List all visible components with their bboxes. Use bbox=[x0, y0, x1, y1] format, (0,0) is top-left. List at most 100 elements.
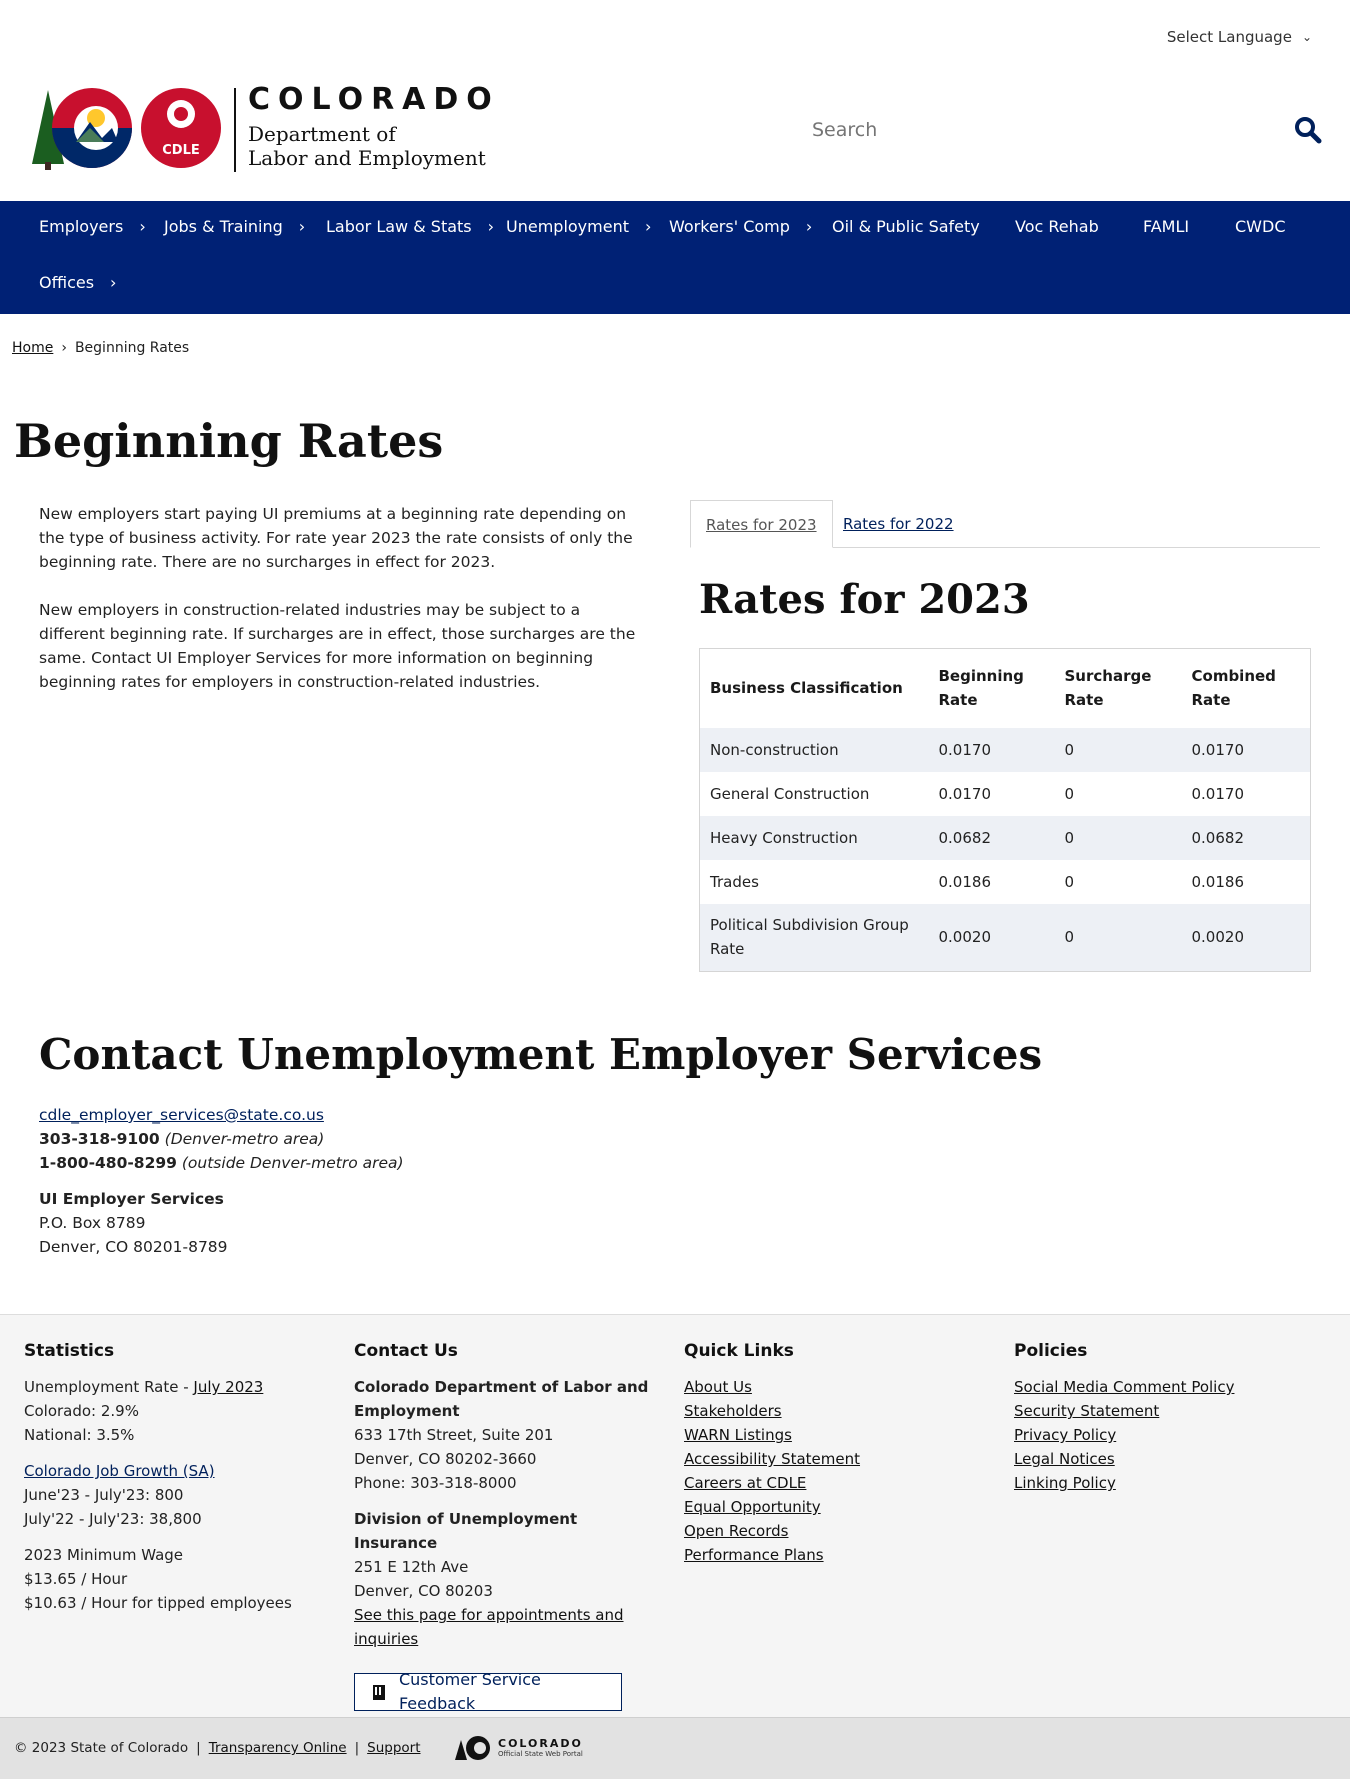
contact-heading: Contact Unemployment Employer Services bbox=[39, 1030, 1043, 1079]
policy-linking[interactable]: Linking Policy bbox=[1014, 1471, 1234, 1495]
table-cell: 0 bbox=[1054, 727, 1182, 772]
table-cell: 0 bbox=[1064, 784, 1075, 803]
nav-cwdc[interactable]: CWDC bbox=[1235, 217, 1285, 236]
phone-text: Phone: 303-318-8000 bbox=[354, 1474, 517, 1492]
policy-privacy[interactable]: Privacy Policy bbox=[1014, 1423, 1234, 1447]
nav-oil-public-safety[interactable]: Oil & Public Safety bbox=[832, 217, 980, 236]
state-portal-logo[interactable]: COLORADO Official State Web Portal bbox=[454, 1734, 583, 1762]
table-cell: Trades bbox=[710, 872, 759, 891]
table-cell: 0.0186 bbox=[938, 872, 992, 891]
table-row: General Construction 0.0170 0 0.0170 bbox=[700, 772, 1311, 816]
cdle-badge-text: CDLE bbox=[162, 143, 200, 158]
feedback-label: Customer Service Feedback bbox=[398, 1670, 541, 1713]
portal-wordmark: COLORADO bbox=[498, 1736, 583, 1750]
rate-tabs: Rates for 2023 Rates for 2022 bbox=[690, 500, 1320, 548]
search-input[interactable] bbox=[800, 106, 1240, 154]
footer-statistics: Statistics Unemployment Rate - July 2023… bbox=[24, 1337, 292, 1615]
support-link[interactable]: Support bbox=[367, 1740, 420, 1756]
quick-link-performance-plans[interactable]: Performance Plans bbox=[684, 1543, 860, 1567]
contact-po-box: P.O. Box 8789 bbox=[39, 1214, 146, 1232]
unemp-label: Unemployment Rate - bbox=[24, 1378, 194, 1396]
policy-security[interactable]: Security Statement bbox=[1014, 1399, 1234, 1423]
footer-heading: Policies bbox=[1014, 1341, 1088, 1361]
quick-link-stakeholders[interactable]: Stakeholders bbox=[684, 1399, 860, 1423]
nav-label: Offices bbox=[39, 273, 95, 292]
stat-colorado: Colorado: 2.9% bbox=[24, 1402, 139, 1420]
appointments-link-line2: inquiries bbox=[354, 1630, 419, 1648]
main-nav: Employers › Jobs & Training › Labor Law & … bbox=[0, 201, 1350, 314]
page-title: Beginning Rates bbox=[14, 414, 444, 468]
nav-workers-comp[interactable]: Workers' Comp › bbox=[669, 217, 812, 236]
breadcrumb-separator: › bbox=[61, 340, 67, 356]
footer: Statistics Unemployment Rate - July 2023… bbox=[0, 1314, 1350, 1717]
tab-rates-2022[interactable]: Rates for 2022 bbox=[828, 500, 969, 548]
building-icon bbox=[373, 1684, 385, 1700]
search-icon[interactable] bbox=[1294, 116, 1322, 144]
division-address1: 251 E 12th Ave bbox=[354, 1558, 469, 1576]
phone-note: (Denver-metro area) bbox=[164, 1130, 325, 1148]
portal-subtitle: Official State Web Portal bbox=[498, 1749, 583, 1758]
phone-note: (outside Denver-metro area) bbox=[181, 1154, 404, 1172]
policy-social-media[interactable]: Social Media Comment Policy bbox=[1014, 1375, 1234, 1399]
nav-offices[interactable]: Offices › bbox=[39, 273, 116, 292]
table-cell: General Construction bbox=[710, 784, 870, 803]
transparency-link[interactable]: Transparency Online bbox=[209, 1740, 347, 1756]
nav-labor-law-stats[interactable]: Labor Law & Stats › bbox=[326, 217, 494, 236]
policy-legal-notices[interactable]: Legal Notices bbox=[1014, 1447, 1234, 1471]
nav-unemployment[interactable]: Unemployment › bbox=[506, 217, 651, 236]
table-cell: 0.0170 bbox=[938, 784, 992, 803]
language-selector[interactable]: Select Language ⌄ bbox=[1167, 28, 1312, 46]
tab-rates-2023[interactable]: Rates for 2023 bbox=[690, 500, 833, 548]
table-cell: Political Subdivision Group Rate bbox=[699, 903, 929, 972]
table-header-row: Business Classification Beginning Rate S… bbox=[700, 649, 1311, 728]
job-growth-link[interactable]: Colorado Job Growth (SA) bbox=[24, 1459, 292, 1483]
quick-link-equal-opportunity[interactable]: Equal Opportunity bbox=[684, 1495, 860, 1519]
quick-link-open-records[interactable]: Open Records bbox=[684, 1519, 860, 1543]
table-cell: Non-construction bbox=[699, 727, 929, 772]
breadcrumb: Home › Beginning Rates bbox=[12, 340, 189, 356]
table-cell: 0 bbox=[1064, 872, 1075, 891]
cdle-logo[interactable]: CDLE COLORADO Department of Labor and Em… bbox=[30, 84, 510, 176]
quick-link-warn-listings[interactable]: WARN Listings bbox=[684, 1423, 860, 1447]
min-wage-hour: $13.65 / Hour bbox=[24, 1570, 128, 1588]
nav-employers[interactable]: Employers › bbox=[39, 217, 146, 236]
column-header: Business Classification bbox=[710, 679, 903, 698]
email-link[interactable]: cdle_employer_services@state.co.us bbox=[39, 1106, 324, 1124]
phone-number: 303-318-9100 bbox=[39, 1130, 160, 1148]
quick-link-about-us[interactable]: About Us bbox=[684, 1375, 860, 1399]
quick-link-accessibility[interactable]: Accessibility Statement bbox=[684, 1447, 860, 1471]
footer-policies: Policies Social Media Comment Policy Sec… bbox=[1014, 1337, 1234, 1495]
site-search bbox=[800, 106, 1330, 154]
unemp-month-link[interactable]: July 2023 bbox=[193, 1378, 263, 1396]
table-cell: 0.0682 bbox=[928, 815, 1055, 860]
table-cell: 0.0186 bbox=[1191, 872, 1245, 891]
stat-growth-month: June'23 - July'23: 800 bbox=[24, 1486, 184, 1504]
intro-paragraph-1: New employers start paying UI premiums a… bbox=[39, 505, 633, 571]
logo-dept-line1: Department of bbox=[248, 122, 396, 146]
chevron-down-icon: ⌄ bbox=[1301, 30, 1312, 44]
quick-link-careers[interactable]: Careers at CDLE bbox=[684, 1471, 860, 1495]
chevron-right-icon: › bbox=[644, 217, 652, 236]
table-cell: 0 bbox=[1054, 815, 1182, 860]
column-header: Beginning Rate bbox=[938, 667, 1024, 710]
nav-jobs-training[interactable]: Jobs & Training › bbox=[164, 217, 305, 236]
bottom-bar: © 2023 State of Colorado | Transparency … bbox=[0, 1717, 1350, 1779]
table-cell: 0.0170 bbox=[928, 727, 1055, 772]
language-label: Select Language bbox=[1166, 28, 1292, 46]
table-row: Heavy Construction 0.0682 0 0.0682 bbox=[699, 815, 1311, 860]
nav-famli[interactable]: FAMLI bbox=[1143, 217, 1189, 236]
separator: | bbox=[354, 1740, 360, 1756]
customer-feedback-button[interactable]: Customer Service Feedback bbox=[354, 1670, 622, 1713]
breadcrumb-current: Beginning Rates bbox=[74, 340, 190, 356]
nav-voc-rehab[interactable]: Voc Rehab bbox=[1015, 217, 1099, 236]
footer-heading: Statistics bbox=[24, 1341, 115, 1361]
table-row: Political Subdivision Group Rate 0.0020 … bbox=[699, 903, 1311, 972]
breadcrumb-home[interactable]: Home bbox=[12, 340, 53, 356]
nav-label: Oil & Public Safety bbox=[832, 217, 980, 236]
appointments-link[interactable]: See this page for appointments and inquir… bbox=[354, 1603, 654, 1651]
bottom-links: © 2023 State of Colorado | Transparency … bbox=[14, 1740, 421, 1756]
nav-label: Voc Rehab bbox=[1015, 217, 1099, 236]
nav-label: Employers bbox=[39, 217, 124, 236]
min-wage-tipped: $10.63 / Hour for tipped employees bbox=[24, 1594, 292, 1612]
address-line1: 633 17th Street, Suite 201 bbox=[354, 1426, 554, 1444]
